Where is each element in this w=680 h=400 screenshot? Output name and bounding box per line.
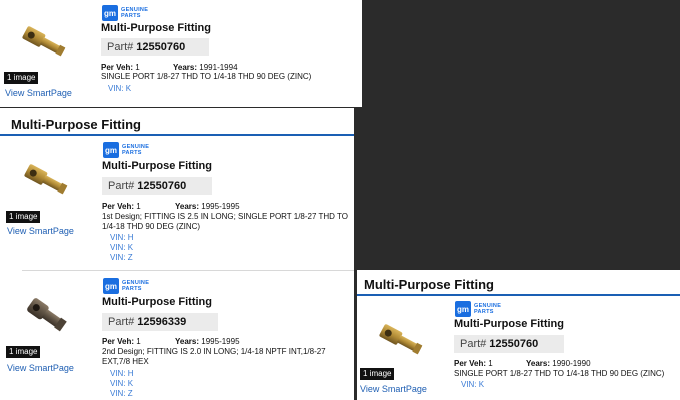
part-number-label: Part# [108, 180, 135, 192]
per-vehicle-info: Per Veh: 1 [102, 337, 141, 346]
part-description-line: EXT,7/8 HEX [102, 357, 149, 366]
fitting-thumbnail[interactable] [18, 294, 78, 340]
vin-code: VIN: Z [110, 389, 133, 398]
years-label: Years: [175, 337, 200, 346]
part-number-box: Part# 12550760 [454, 335, 564, 353]
vin-code: VIN: K [110, 379, 134, 388]
image-count-badge: 1 image [6, 211, 41, 223]
part-number-label: Part# [108, 316, 135, 328]
part-description-line: 2nd Design; FITTING IS 2.0 IN LONG; 1/4-… [102, 347, 326, 356]
gm-logo-icon: gm [102, 5, 118, 21]
brand-line-parts: PARTS [122, 150, 142, 156]
result-card-top: 1 image View SmartPage gm GENUINE PARTS M… [0, 0, 362, 107]
result-group-bottom-right: Multi-Purpose Fitting 1 image View Smart… [357, 270, 680, 400]
per-veh-label: Per Veh: [102, 337, 135, 346]
section-title: Multi-Purpose Fitting [11, 117, 141, 132]
part-number: 12596339 [137, 316, 187, 328]
years-info: Years: 1991-1994 [173, 63, 238, 72]
per-veh-label: Per Veh: [101, 63, 134, 72]
years-value: 1995-1995 [201, 202, 240, 211]
view-smartpage-link[interactable]: View SmartPage [7, 363, 74, 373]
genuine-parts-logo: gm GENUINE PARTS [455, 301, 501, 317]
part-number-box: Part# 12550760 [102, 177, 212, 195]
part-number: 12550760 [489, 338, 539, 350]
genuine-parts-logo: gm GENUINE PARTS [102, 5, 148, 21]
image-count-badge: 1 image [6, 346, 41, 358]
image-count-badge: 1 image [360, 368, 395, 380]
part-number: 12550760 [136, 41, 186, 53]
part-name[interactable]: Multi-Purpose Fitting [102, 160, 212, 172]
per-vehicle-info: Per Veh: 1 [102, 202, 141, 211]
part-number-box: Part# 12596339 [102, 313, 218, 331]
per-veh-label: Per Veh: [102, 202, 135, 211]
part-number: 12550760 [137, 180, 187, 192]
section-title-rule [0, 134, 354, 136]
per-veh-value: 1 [136, 202, 141, 211]
part-description: SINGLE PORT 1/8-27 THD TO 1/4-18 THD 90 … [454, 369, 665, 378]
part-description-line: 1st Design; FITTING IS 2.5 IN LONG; SING… [102, 212, 349, 221]
part-description: SINGLE PORT 1/8-27 THD TO 1/4-18 THD 90 … [101, 72, 312, 81]
per-veh-label: Per Veh: [454, 359, 487, 368]
part-name[interactable]: Multi-Purpose Fitting [454, 318, 564, 330]
gm-logo-icon: gm [103, 142, 119, 158]
years-value: 1991-1994 [199, 63, 238, 72]
per-veh-value: 1 [488, 359, 493, 368]
view-smartpage-link[interactable]: View SmartPage [5, 88, 72, 98]
years-label: Years: [175, 202, 200, 211]
vin-code: VIN: K [461, 380, 485, 389]
view-smartpage-link[interactable]: View SmartPage [360, 384, 427, 394]
part-number-label: Part# [460, 338, 487, 350]
part-number-box: Part# 12550760 [101, 38, 209, 56]
genuine-parts-logo: gm GENUINE PARTS [103, 278, 149, 294]
part-name[interactable]: Multi-Purpose Fitting [102, 296, 212, 308]
per-vehicle-info: Per Veh: 1 [101, 63, 140, 72]
years-info: Years: 1995-1995 [175, 337, 240, 346]
brand-line-parts: PARTS [121, 13, 141, 19]
per-vehicle-info: Per Veh: 1 [454, 359, 493, 368]
result-group-middle: Multi-Purpose Fitting 1 image View Smart… [0, 108, 354, 400]
gm-logo-icon: gm [455, 301, 471, 317]
brand-line-parts: PARTS [474, 309, 494, 315]
vin-code: VIN: K [110, 243, 134, 252]
years-value: 1995-1995 [201, 337, 240, 346]
fitting-thumbnail[interactable] [16, 158, 76, 204]
per-veh-value: 1 [135, 63, 140, 72]
section-title: Multi-Purpose Fitting [364, 277, 494, 292]
part-name[interactable]: Multi-Purpose Fitting [101, 22, 211, 34]
section-title-rule [357, 294, 680, 296]
view-smartpage-link[interactable]: View SmartPage [7, 226, 74, 236]
fitting-thumbnail[interactable] [371, 318, 431, 364]
brand-line-parts: PARTS [122, 286, 142, 292]
years-label: Years: [526, 359, 551, 368]
vin-code: VIN: H [110, 233, 134, 242]
vin-code: VIN: H [110, 369, 134, 378]
per-veh-value: 1 [136, 337, 141, 346]
item-divider [22, 270, 354, 271]
gm-logo-icon: gm [103, 278, 119, 294]
years-info: Years: 1995-1995 [175, 202, 240, 211]
years-info: Years: 1990-1990 [526, 359, 591, 368]
genuine-parts-logo: gm GENUINE PARTS [103, 142, 149, 158]
vin-code: VIN: Z [110, 253, 133, 262]
image-count-badge: 1 image [4, 72, 39, 84]
part-description-line: 1/4-18 THD 90 DEG (ZINC) [102, 222, 201, 231]
vin-code: VIN: K [108, 84, 132, 93]
years-label: Years: [173, 63, 198, 72]
years-value: 1990-1990 [552, 359, 591, 368]
part-number-label: Part# [107, 41, 134, 53]
fitting-thumbnail[interactable] [14, 20, 74, 66]
